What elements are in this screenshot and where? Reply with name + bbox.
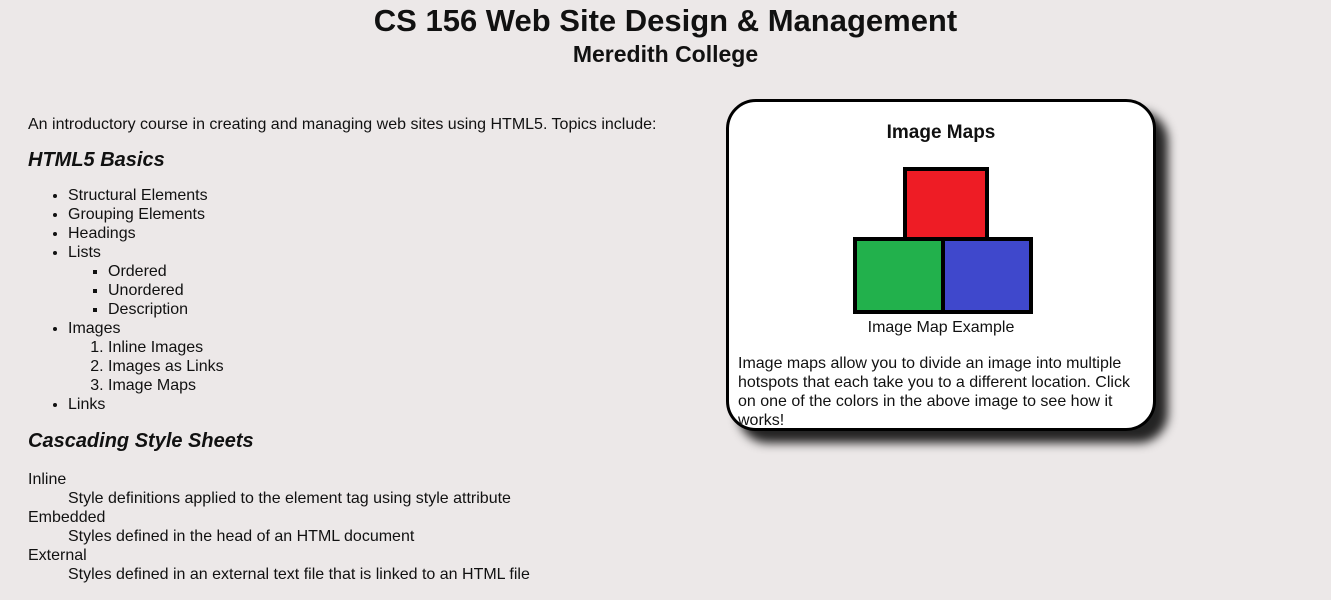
page-title: CS 156 Web Site Design & Management [373,3,958,38]
definition-desc: Style definitions applied to the element… [68,490,511,507]
lists-sublist: Ordered Unordered Description [68,262,688,319]
page-header: CS 156 Web Site Design & Management Mere… [0,4,1331,68]
list-item: Unordered [108,281,688,300]
image-caption: Image Map Example [867,319,1015,336]
list-item: Grouping Elements [68,205,688,224]
image-maps-card: Image Maps Image Map Example Image maps … [726,99,1156,431]
html5-basics-heading: HTML5 Basics [28,149,165,171]
definition-desc: Styles defined in the head of an HTML do… [68,528,415,545]
list-item: Lists Ordered Unordered Description [68,243,688,319]
image-map [853,167,1035,317]
definition-term: Embedded [28,509,106,526]
list-item: Links [68,395,688,414]
css-heading: Cascading Style Sheets [28,430,254,452]
list-item: Inline Images [108,338,688,357]
card-description: Image maps allow you to divide an image … [738,355,1130,429]
images-sublist: Inline Images Images as Links Image Maps [68,338,688,395]
definition-desc: Styles defined in an external text file … [68,566,530,583]
style-definitions: Inline Style definitions applied to the … [28,470,688,584]
list-item: Ordered [108,262,688,281]
list-item-label: Images [68,320,121,337]
green-square-hotspot[interactable] [853,237,945,314]
list-item: Structural Elements [68,186,688,205]
list-item: Description [108,300,688,319]
red-square-hotspot[interactable] [903,167,989,243]
page-subtitle: Meredith College [572,41,759,67]
definition-term: Inline [28,471,67,488]
list-item: Headings [68,224,688,243]
list-item: Images as Links [108,357,688,376]
list-item-label: Lists [68,244,101,261]
intro-text: An introductory course in creating and m… [28,116,657,133]
definition-term: External [28,547,87,564]
list-item: Images Inline Images Images as Links Ima… [68,319,688,395]
topics-list: Structural Elements Grouping Elements He… [28,186,688,414]
list-item: Image Maps [108,376,688,395]
blue-square-hotspot[interactable] [941,237,1033,314]
main-content: An introductory course in creating and m… [28,115,688,584]
card-title: Image Maps [886,122,996,143]
